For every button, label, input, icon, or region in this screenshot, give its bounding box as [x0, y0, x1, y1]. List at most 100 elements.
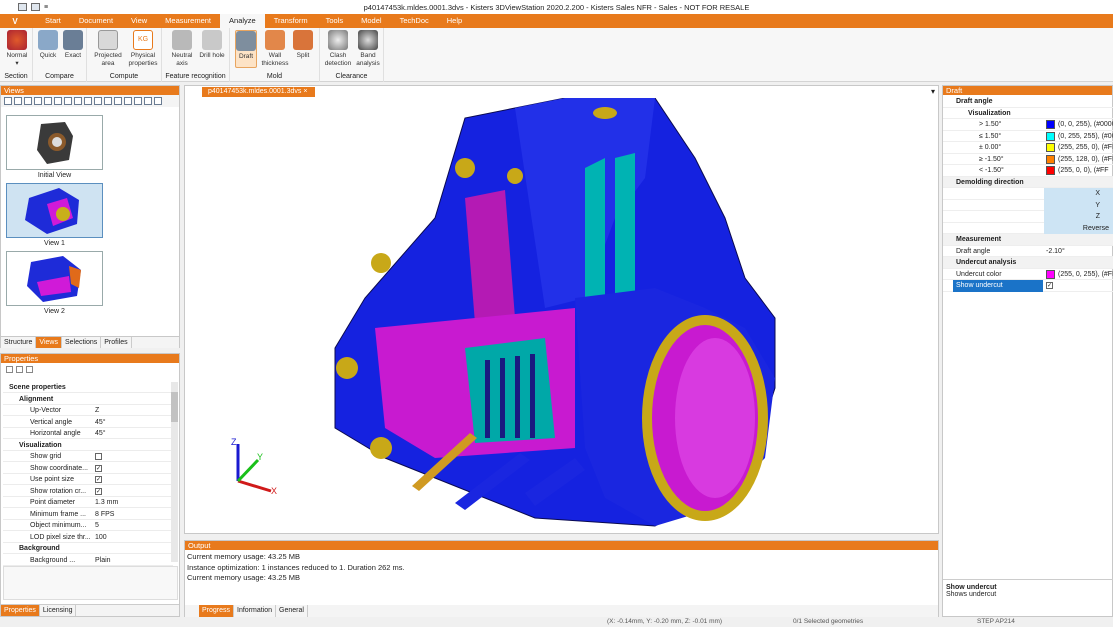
draft-angle-category[interactable]: Draft angle	[943, 96, 1113, 108]
draft-color-row[interactable]: ± 0.00° (255, 255, 0), (#FF	[943, 142, 1113, 154]
property-row[interactable]: Show rotation cr... ✓	[3, 486, 173, 497]
visualization-category[interactable]: Visualization	[943, 108, 1113, 119]
demold-x-button[interactable]: X	[943, 188, 1113, 200]
undercut-color-row[interactable]: Undercut color (255, 0, 255), (#FF	[943, 269, 1113, 280]
view-tool-icon[interactable]	[84, 97, 92, 105]
cad-model-view[interactable]	[185, 98, 938, 534]
property-value[interactable]: 45°	[95, 417, 106, 428]
demold-reverse-button[interactable]: Reverse	[943, 222, 1113, 234]
draft-color-row[interactable]: < -1.50° (255, 0, 0), (#FF	[943, 165, 1113, 177]
property-row[interactable]: Point diameter 1.3 mm	[3, 497, 173, 508]
view-tool-icon[interactable]	[134, 97, 142, 105]
property-value[interactable]: 100	[95, 532, 107, 543]
show-undercut-checkbox[interactable]: ✓	[1046, 282, 1053, 289]
tab-view[interactable]: View	[122, 14, 156, 28]
property-checkbox[interactable]: ✓	[95, 464, 102, 472]
category-icon[interactable]	[16, 366, 23, 373]
tab-document[interactable]: Document	[70, 14, 122, 28]
tab-tools[interactable]: Tools	[317, 14, 353, 28]
view-tool-icon[interactable]	[154, 97, 162, 105]
tab-help[interactable]: Help	[438, 14, 471, 28]
sort-icon[interactable]	[6, 366, 13, 373]
color-swatch[interactable]	[1046, 131, 1055, 141]
property-row[interactable]: Object minimum... 5	[3, 520, 173, 531]
view-tool-icon[interactable]	[124, 97, 132, 105]
view-tool-icon[interactable]	[74, 97, 82, 105]
normal-section-button[interactable]: Normal ▾	[3, 30, 31, 67]
color-swatch[interactable]	[1046, 143, 1055, 152]
view-tool-icon[interactable]	[54, 97, 62, 105]
quick-compare-button[interactable]: Quick	[36, 30, 60, 60]
property-row[interactable]: Use point size ✓	[3, 474, 173, 485]
color-swatch[interactable]	[1046, 120, 1055, 129]
wall-thickness-button[interactable]: Wall thickness	[260, 30, 290, 67]
property-scrollbar[interactable]	[171, 382, 178, 562]
tab-licensing[interactable]: Licensing	[40, 605, 77, 616]
document-list-dropdown-icon[interactable]: ▾	[931, 87, 935, 96]
demolding-direction-category[interactable]: Demolding direction	[943, 176, 1113, 188]
tab-structure[interactable]: Structure	[1, 337, 37, 348]
property-row[interactable]: Horizontal angle 45°	[3, 428, 173, 439]
tab-techdoc[interactable]: TechDoc	[391, 14, 438, 28]
draft-color-row[interactable]: ≥ -1.50° (255, 128, 0), (#FF	[943, 154, 1113, 165]
view-thumbnail-view2[interactable]	[6, 251, 103, 306]
tab-progress[interactable]: Progress	[199, 605, 235, 617]
undercut-color-swatch[interactable]	[1046, 269, 1055, 279]
tab-profiles[interactable]: Profiles	[101, 337, 132, 348]
clash-detection-button[interactable]: Clash detection	[323, 30, 353, 67]
property-category[interactable]: Background	[3, 543, 173, 554]
projected-area-button[interactable]: Projected area	[91, 30, 125, 67]
tab-analyze[interactable]: Analyze	[220, 14, 265, 28]
document-tab[interactable]: p40147453k.mldes.0001.3dvs ×	[202, 87, 316, 97]
property-row[interactable]: Vertical angle 45°	[3, 417, 173, 428]
tab-general[interactable]: General	[276, 605, 308, 617]
property-value[interactable]: Plain	[95, 555, 111, 566]
draft-color-row[interactable]: > 1.50° (0, 0, 255), (#0000	[943, 119, 1113, 131]
exact-compare-button[interactable]: Exact	[61, 30, 85, 60]
view-tool-icon[interactable]	[114, 97, 122, 105]
property-row[interactable]: Show grid	[3, 451, 173, 462]
property-category[interactable]: Alignment	[3, 394, 173, 405]
property-value[interactable]: 5	[95, 520, 99, 531]
tab-model[interactable]: Model	[352, 14, 390, 28]
view-tool-icon[interactable]	[44, 97, 52, 105]
property-row[interactable]: Minimum frame ... 8 FPS	[3, 509, 173, 520]
tab-properties[interactable]: Properties	[1, 605, 40, 616]
view-tool-icon[interactable]	[14, 97, 22, 105]
property-category[interactable]: Scene properties	[3, 382, 173, 393]
property-checkbox[interactable]: ✓	[95, 487, 102, 495]
property-value[interactable]: 45°	[95, 428, 106, 439]
property-checkbox[interactable]	[95, 453, 102, 460]
split-button[interactable]: Split	[292, 30, 314, 60]
draft-button[interactable]: Draft	[235, 30, 257, 68]
demold-y-button[interactable]: Y	[943, 199, 1113, 211]
tab-information[interactable]: Information	[234, 605, 277, 617]
tab-start[interactable]: Start	[36, 14, 70, 28]
view-tool-icon[interactable]	[94, 97, 102, 105]
property-row[interactable]: LOD pixel size thr... 100	[3, 532, 173, 543]
color-swatch[interactable]	[1046, 154, 1055, 164]
measurement-category[interactable]: Measurement	[943, 234, 1113, 246]
view-thumbnail-initial[interactable]	[6, 115, 103, 170]
neutral-axis-button[interactable]: Neutral axis	[166, 30, 198, 67]
view-tool-icon[interactable]	[24, 97, 32, 105]
property-value[interactable]: Z	[95, 405, 99, 416]
view-thumbnail-view1[interactable]	[6, 183, 103, 238]
property-checkbox[interactable]: ✓	[95, 476, 102, 483]
view-tool-icon[interactable]	[104, 97, 112, 105]
undercut-analysis-category[interactable]: Undercut analysis	[943, 257, 1113, 269]
physical-properties-button[interactable]: KG Physical properties	[125, 30, 161, 67]
close-icon[interactable]: ×	[303, 88, 307, 95]
draft-color-row[interactable]: ≤ 1.50° (0, 255, 255), (#00	[943, 131, 1113, 142]
view-tool-icon[interactable]	[4, 97, 12, 105]
view-tool-icon[interactable]	[64, 97, 72, 105]
show-undercut-row[interactable]: Show undercut ✓	[943, 280, 1113, 292]
property-category[interactable]: Visualization	[3, 440, 173, 451]
property-row[interactable]: Up-Vector Z	[3, 405, 173, 416]
tab-selections[interactable]: Selections	[62, 337, 102, 348]
drill-hole-button[interactable]: Drill hole	[198, 30, 226, 60]
view-tool-icon[interactable]	[144, 97, 152, 105]
demold-z-button[interactable]: Z	[943, 211, 1113, 223]
property-value[interactable]: 8 FPS	[95, 509, 114, 520]
tab-transform[interactable]: Transform	[265, 14, 317, 28]
